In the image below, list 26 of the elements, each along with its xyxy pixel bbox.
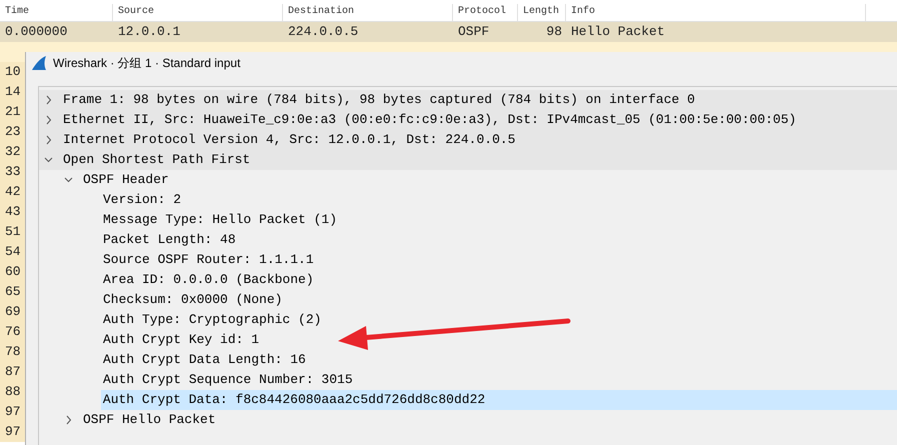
table-cell-text: 69 bbox=[4, 303, 22, 322]
table-cell-text: 60 bbox=[4, 263, 22, 282]
table-cell-text: 88 bbox=[4, 383, 22, 402]
table-cell-text: 10 bbox=[4, 63, 22, 82]
table-cell-text: 54 bbox=[4, 243, 22, 262]
table-cell-text: OSPF bbox=[457, 23, 490, 42]
table-cell-text: 14 bbox=[4, 83, 22, 102]
table-cell-text: 42 bbox=[4, 183, 22, 202]
table-cell-text: 78 bbox=[4, 343, 22, 362]
table-cell-text: 76 bbox=[4, 323, 22, 342]
table-cell-text: 21 bbox=[4, 103, 22, 122]
table-cell-text: 23 bbox=[4, 123, 22, 142]
table-cell-text: 43 bbox=[4, 203, 22, 222]
table-cell-text: 33 bbox=[4, 163, 22, 182]
window-title: Wireshark · 分组 1 · Standard input bbox=[53, 55, 240, 72]
table-cell-text: 97 bbox=[4, 423, 22, 442]
table-cell-text: 32 bbox=[4, 143, 22, 162]
table-cell-text: 98 bbox=[545, 23, 563, 42]
table-cell-text: 97 bbox=[4, 403, 22, 422]
table-cell-text: 65 bbox=[4, 283, 22, 302]
table-cell-text: 51 bbox=[4, 223, 22, 242]
table-cell-text: 0.000000 bbox=[4, 23, 68, 42]
table-cell-text: 12.0.0.1 bbox=[117, 23, 182, 42]
table-cell-text: Hello Packet bbox=[570, 23, 666, 42]
table-cell-text: 224.0.0.5 bbox=[287, 23, 360, 42]
table-cell-text: 87 bbox=[4, 363, 22, 382]
